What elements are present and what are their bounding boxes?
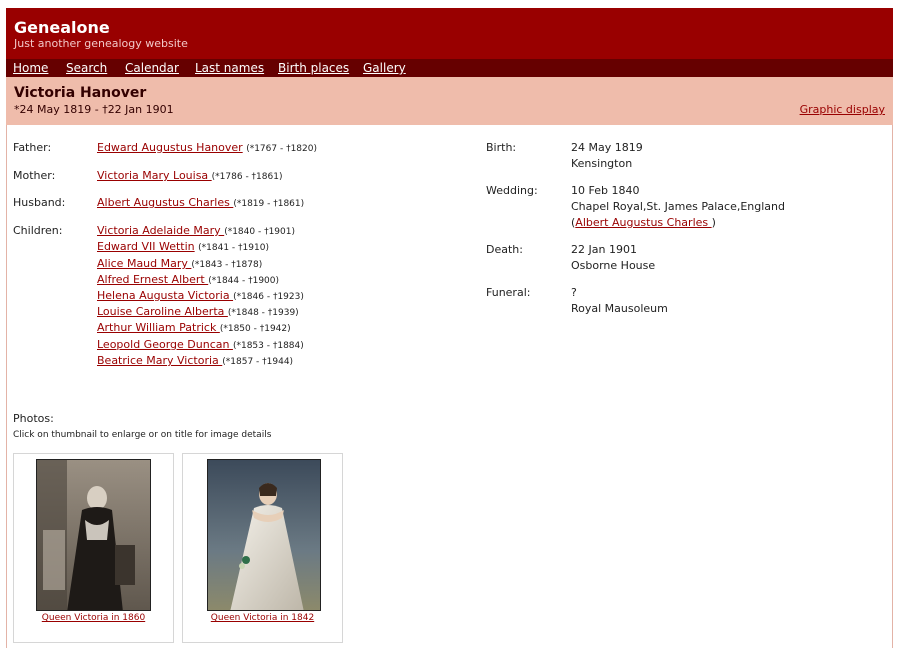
child-row: Arthur William Patrick (*1850 - †1942) [97,321,291,334]
person-name: Victoria Hanover [14,85,147,101]
wedding-spouse-link[interactable]: Albert Augustus Charles [575,216,711,229]
birth-label: Birth: [486,141,517,154]
children-label: Children: [13,224,63,237]
wedding-date: 10 Feb 1840 [571,184,640,197]
child-link[interactable]: Alice Maud Mary [97,257,191,270]
funeral-place: Royal Mausoleum [571,302,668,315]
child-row: Alfred Ernest Albert (*1844 - †1900) [97,273,279,286]
child-link[interactable]: Leopold George Duncan [97,338,233,351]
photo-card: Queen Victoria in 1842 [182,453,343,643]
nav-last-names[interactable]: Last names [195,61,264,75]
child-lifespan: (*1850 - †1942) [219,324,291,334]
husband-label: Husband: [13,196,66,209]
site-title[interactable]: Genealone [14,18,110,37]
nav-calendar[interactable]: Calendar [125,61,179,75]
child-link[interactable]: Beatrice Mary Victoria [97,354,222,367]
child-lifespan: (*1848 - †1939) [227,308,299,318]
father-row: Edward Augustus Hanover (*1767 - †1820) [97,141,317,154]
husband-row: Albert Augustus Charles (*1819 - †1861) [97,196,304,209]
child-link[interactable]: Alfred Ernest Albert [97,273,208,286]
mother-label: Mother: [13,169,56,182]
nav-birth-places[interactable]: Birth places [278,61,349,75]
father-label: Father: [13,141,52,154]
child-lifespan: (*1844 - †1900) [208,276,280,286]
site-header: Genealone Just another genealogy website [6,8,893,59]
photo-caption-link[interactable]: Queen Victoria in 1842 [183,613,342,623]
child-row: Louise Caroline Alberta (*1848 - †1939) [97,305,299,318]
child-row: Helena Augusta Victoria (*1846 - †1923) [97,289,304,302]
wedding-spouse-close: ) [711,216,716,229]
child-lifespan: (*1843 - †1878) [191,260,263,270]
child-lifespan: (*1840 - †1901) [224,227,295,237]
father-lifespan: (*1767 - †1820) [246,144,317,154]
child-row: Leopold George Duncan (*1853 - †1884) [97,338,304,351]
birth-place: Kensington [571,157,633,170]
portrait-1842-image [208,460,320,610]
child-link[interactable]: Louise Caroline Alberta [97,305,228,318]
graphic-display-link[interactable]: Graphic display [800,103,885,116]
photo-caption-link[interactable]: Queen Victoria in 1860 [14,613,173,623]
husband-lifespan: (*1819 - †1861) [233,199,305,209]
portrait-1860-image [37,460,150,610]
photo-card: Queen Victoria in 1860 [13,453,174,643]
photos-hint: Click on thumbnail to enlarge or on titl… [13,430,272,440]
wedding-label: Wedding: [486,184,538,197]
nav-search[interactable]: Search [66,61,107,75]
death-label: Death: [486,243,523,256]
wedding-spouse-row: (Albert Augustus Charles ) [571,216,716,229]
photo-thumbnail[interactable] [36,459,151,611]
main-nav: Home Search Calendar Last names Birth pl… [6,59,893,77]
child-link[interactable]: Victoria Adelaide Mary [97,224,224,237]
mother-row: Victoria Mary Louisa (*1786 - †1861) [97,169,282,182]
mother-lifespan: (*1786 - †1861) [211,172,283,182]
photos-label: Photos: [13,412,54,425]
child-link[interactable]: Helena Augusta Victoria [97,289,233,302]
child-row: Alice Maud Mary (*1843 - †1878) [97,257,262,270]
child-lifespan: (*1846 - †1923) [233,292,304,302]
child-link[interactable]: Arthur William Patrick [97,321,220,334]
child-row: Victoria Adelaide Mary (*1840 - †1901) [97,224,295,237]
child-lifespan: (*1857 - †1944) [222,357,294,367]
child-lifespan: (*1853 - †1884) [232,341,304,351]
child-link[interactable]: Edward VII Wettin [97,240,195,253]
photo-thumbnail[interactable] [207,459,321,611]
nav-gallery[interactable]: Gallery [363,61,406,75]
child-row: Beatrice Mary Victoria (*1857 - †1944) [97,354,293,367]
father-link[interactable]: Edward Augustus Hanover [97,141,243,154]
birth-date: 24 May 1819 [571,141,643,154]
person-header: Victoria Hanover *24 May 1819 - †22 Jan … [6,77,893,125]
husband-link[interactable]: Albert Augustus Charles [97,196,233,209]
wedding-place: Chapel Royal,St. James Palace,England [571,200,786,213]
site-tagline: Just another genealogy website [14,37,188,50]
funeral-label: Funeral: [486,286,531,299]
death-date: 22 Jan 1901 [571,243,637,256]
child-lifespan: (*1841 - †1910) [198,243,269,253]
death-place: Osborne House [571,259,656,272]
mother-link[interactable]: Victoria Mary Louisa [97,169,212,182]
person-dates: *24 May 1819 - †22 Jan 1901 [14,103,174,116]
nav-home[interactable]: Home [13,61,48,75]
child-row: Edward VII Wettin (*1841 - †1910) [97,240,269,253]
funeral-date: ? [571,286,577,299]
